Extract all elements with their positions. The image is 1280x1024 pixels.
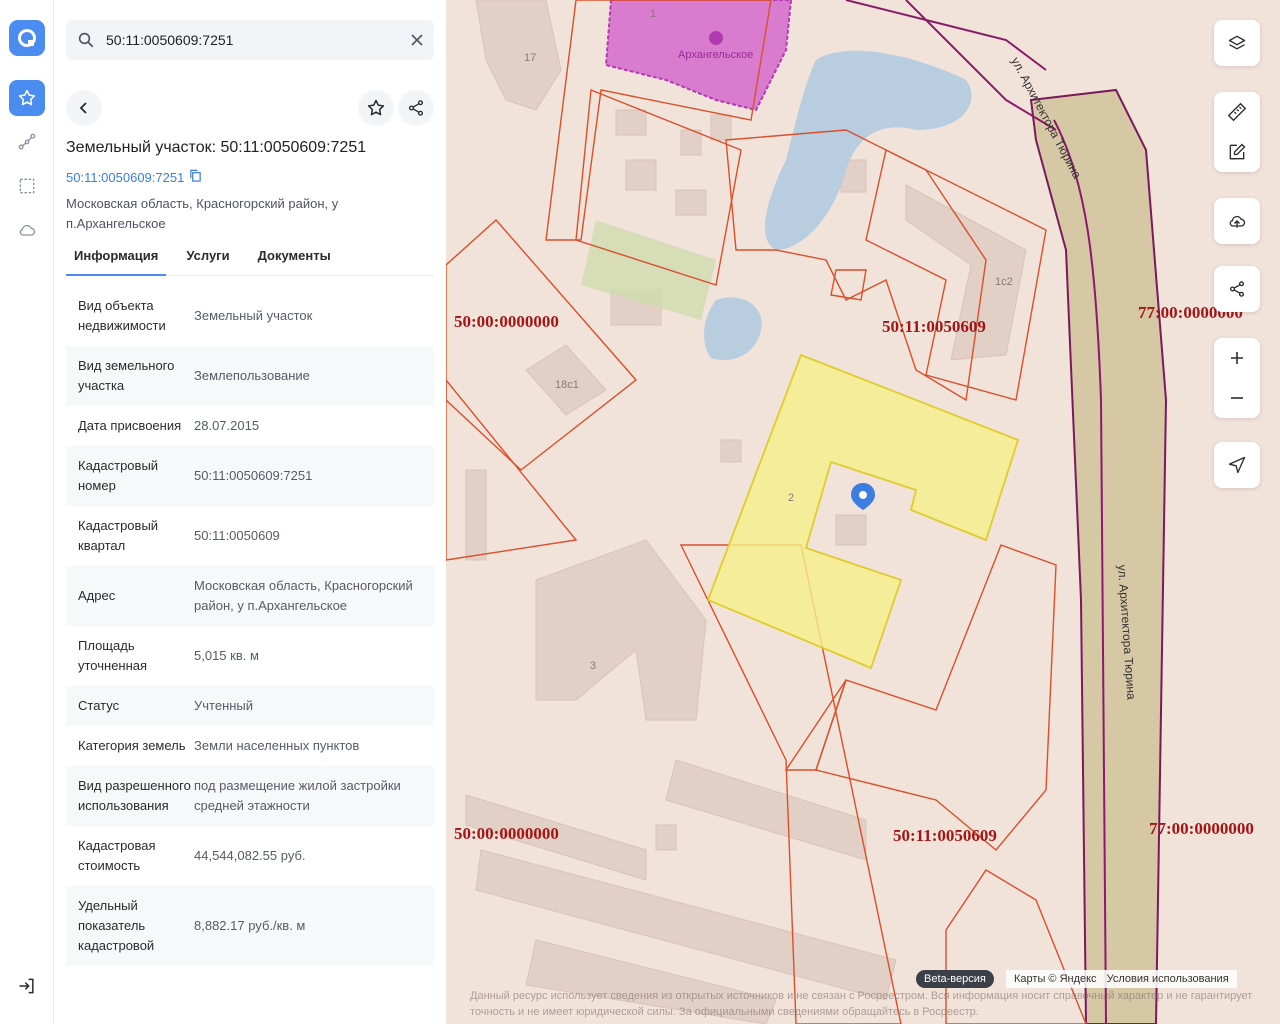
prop-key: Категория земель xyxy=(78,738,186,753)
poi-name: Архангельское xyxy=(678,49,753,61)
upload-cloud-icon[interactable] xyxy=(1214,203,1260,239)
pond-small xyxy=(704,297,762,361)
table-row: Адрес Московская область, Красногорский р… xyxy=(66,566,434,626)
table-row: Площадь уточненная 5,015 кв. м xyxy=(66,626,434,686)
search-bar xyxy=(66,20,434,60)
prop-value: Земельный участок xyxy=(194,308,313,323)
map-attribution: Карты © Яндекс Условия использования xyxy=(1006,970,1237,988)
edit-icon[interactable] xyxy=(1214,134,1260,170)
prop-value: 44,544,082.55 руб. xyxy=(194,848,306,863)
prop-value: под размещение жилой застройки средней э… xyxy=(194,778,401,813)
prop-value: 28.07.2015 xyxy=(194,418,260,433)
locate-icon[interactable] xyxy=(1214,447,1260,483)
beta-badge: Beta-версия xyxy=(916,970,994,988)
quarter-label: 50:00:0000000 xyxy=(454,312,559,331)
table-row: Вид объекта недвижимости Земельный участо… xyxy=(66,286,434,346)
table-row: Кадастровый номер 50:11:0050609:7251 xyxy=(66,446,434,506)
table-row: Вид разрешенного использования под размещ… xyxy=(66,766,434,826)
prop-key: Кадастровая стоимость xyxy=(78,838,156,873)
layers-icon[interactable] xyxy=(1214,25,1260,61)
building-number: 1 xyxy=(650,8,656,20)
building-number: 1с2 xyxy=(995,276,1013,288)
favorite-button[interactable] xyxy=(358,90,394,126)
tab-bar: Информация Услуги Документы xyxy=(66,244,434,276)
road xyxy=(1029,88,1168,1024)
prop-key: Дата присвоения xyxy=(78,418,182,433)
table-row: Кадастровая стоимость 44,544,082.55 руб. xyxy=(66,826,434,886)
prop-value: Земли населенных пунктов xyxy=(194,738,360,753)
prop-value: Учтенный xyxy=(194,698,254,713)
search-input[interactable] xyxy=(106,32,400,48)
share-map-icon[interactable] xyxy=(1214,271,1260,307)
building-number: 18с1 xyxy=(555,379,579,391)
zoom-panel xyxy=(1214,338,1260,418)
tab-services[interactable]: Услуги xyxy=(178,244,237,276)
favorites-icon[interactable] xyxy=(9,80,45,116)
prop-key: Кадастровый номер xyxy=(78,458,159,493)
prop-value: 50:11:0050609 xyxy=(194,528,280,543)
locate-panel xyxy=(1214,442,1260,488)
table-row: Категория земель Земли населенных пунктов xyxy=(66,726,434,766)
disclaimer-text: Данный ресурс использует сведения из отк… xyxy=(470,990,1253,1018)
search-icon xyxy=(66,31,106,49)
object-address: Московская область, Красногорский район,… xyxy=(66,196,339,231)
object-title: Земельный участок: 50:11:0050609:7251 xyxy=(66,139,367,156)
cadastral-number-text[interactable]: 50:11:0050609:7251 xyxy=(66,170,184,185)
app-logo-icon[interactable] xyxy=(9,20,45,56)
map-svg[interactable]: 50:00:0000000 50:11:0050609 77:00:000000… xyxy=(446,0,1280,1024)
tab-info[interactable]: Информация xyxy=(66,244,167,276)
quarter-label: 50:11:0050609 xyxy=(882,317,986,336)
yandex-copyright[interactable]: Карты © Яндекс xyxy=(1014,973,1097,985)
route-icon[interactable] xyxy=(15,130,39,154)
properties-table: Вид объекта недвижимости Земельный участо… xyxy=(66,286,434,1002)
copy-icon[interactable] xyxy=(189,169,202,185)
prop-key: Вид объекта недвижимости xyxy=(78,298,166,333)
ruler-icon[interactable] xyxy=(1214,94,1260,130)
share-button[interactable] xyxy=(398,90,434,126)
share-panel xyxy=(1214,266,1260,312)
prop-key: Удельный показатель кадастровой xyxy=(78,898,155,953)
location-marker-icon[interactable] xyxy=(851,483,875,510)
table-row: Вид земельного участка Землепользование xyxy=(66,346,434,406)
prop-value: 5,015 кв. м xyxy=(194,648,259,663)
prop-key: Адрес xyxy=(78,588,116,603)
prop-key: Вид разрешенного использования xyxy=(78,778,191,813)
map-canvas[interactable]: 50:00:0000000 50:11:0050609 77:00:000000… xyxy=(446,0,1280,1024)
cadastral-number-link[interactable]: 50:11:0050609:7251 xyxy=(66,169,202,185)
table-row: Статус Учтенный xyxy=(66,686,434,726)
zoom-out-icon[interactable] xyxy=(1214,380,1260,416)
back-button[interactable] xyxy=(66,90,102,126)
prop-key: Статус xyxy=(78,698,120,713)
tab-documents[interactable]: Документы xyxy=(250,244,339,276)
upload-panel xyxy=(1214,198,1260,244)
building-number: 3 xyxy=(590,660,596,672)
measure-panel xyxy=(1214,92,1260,172)
prop-value: Землепользование xyxy=(194,368,310,383)
info-panel: Земельный участок: 50:11:0050609:7251 50… xyxy=(54,0,446,1024)
building-number: 2 xyxy=(788,492,794,504)
table-row: Дата присвоения 28.07.2015 xyxy=(66,406,434,446)
prop-key: Кадастровый квартал xyxy=(78,518,159,553)
left-rail xyxy=(0,0,54,1024)
prop-value: 50:11:0050609:7251 xyxy=(194,468,313,483)
table-row: Удельный показатель кадастровой 8,882.17 … xyxy=(66,886,434,966)
table-row: Кадастровый квартал 50:11:0050609 xyxy=(66,506,434,566)
quarter-label: 50:11:0050609 xyxy=(893,826,997,845)
zoom-in-icon[interactable] xyxy=(1214,340,1260,376)
quarter-label: 77:00:0000000 xyxy=(1149,819,1254,838)
quarter-label: 50:00:0000000 xyxy=(454,824,559,843)
building-number: 17 xyxy=(524,52,536,64)
terms-link[interactable]: Условия использования xyxy=(1107,973,1229,985)
logout-icon[interactable] xyxy=(15,974,39,998)
prop-value: 8,882.17 руб./кв. м xyxy=(194,918,306,933)
cloud-icon[interactable] xyxy=(15,218,39,242)
area-select-icon[interactable] xyxy=(15,174,39,198)
prop-key: Вид земельного участка xyxy=(78,358,175,393)
clear-search-icon[interactable] xyxy=(400,33,434,47)
prop-key: Площадь уточненная xyxy=(78,638,148,673)
layers-panel xyxy=(1214,20,1260,66)
prop-value: Московская область, Красногорский район,… xyxy=(194,578,413,613)
